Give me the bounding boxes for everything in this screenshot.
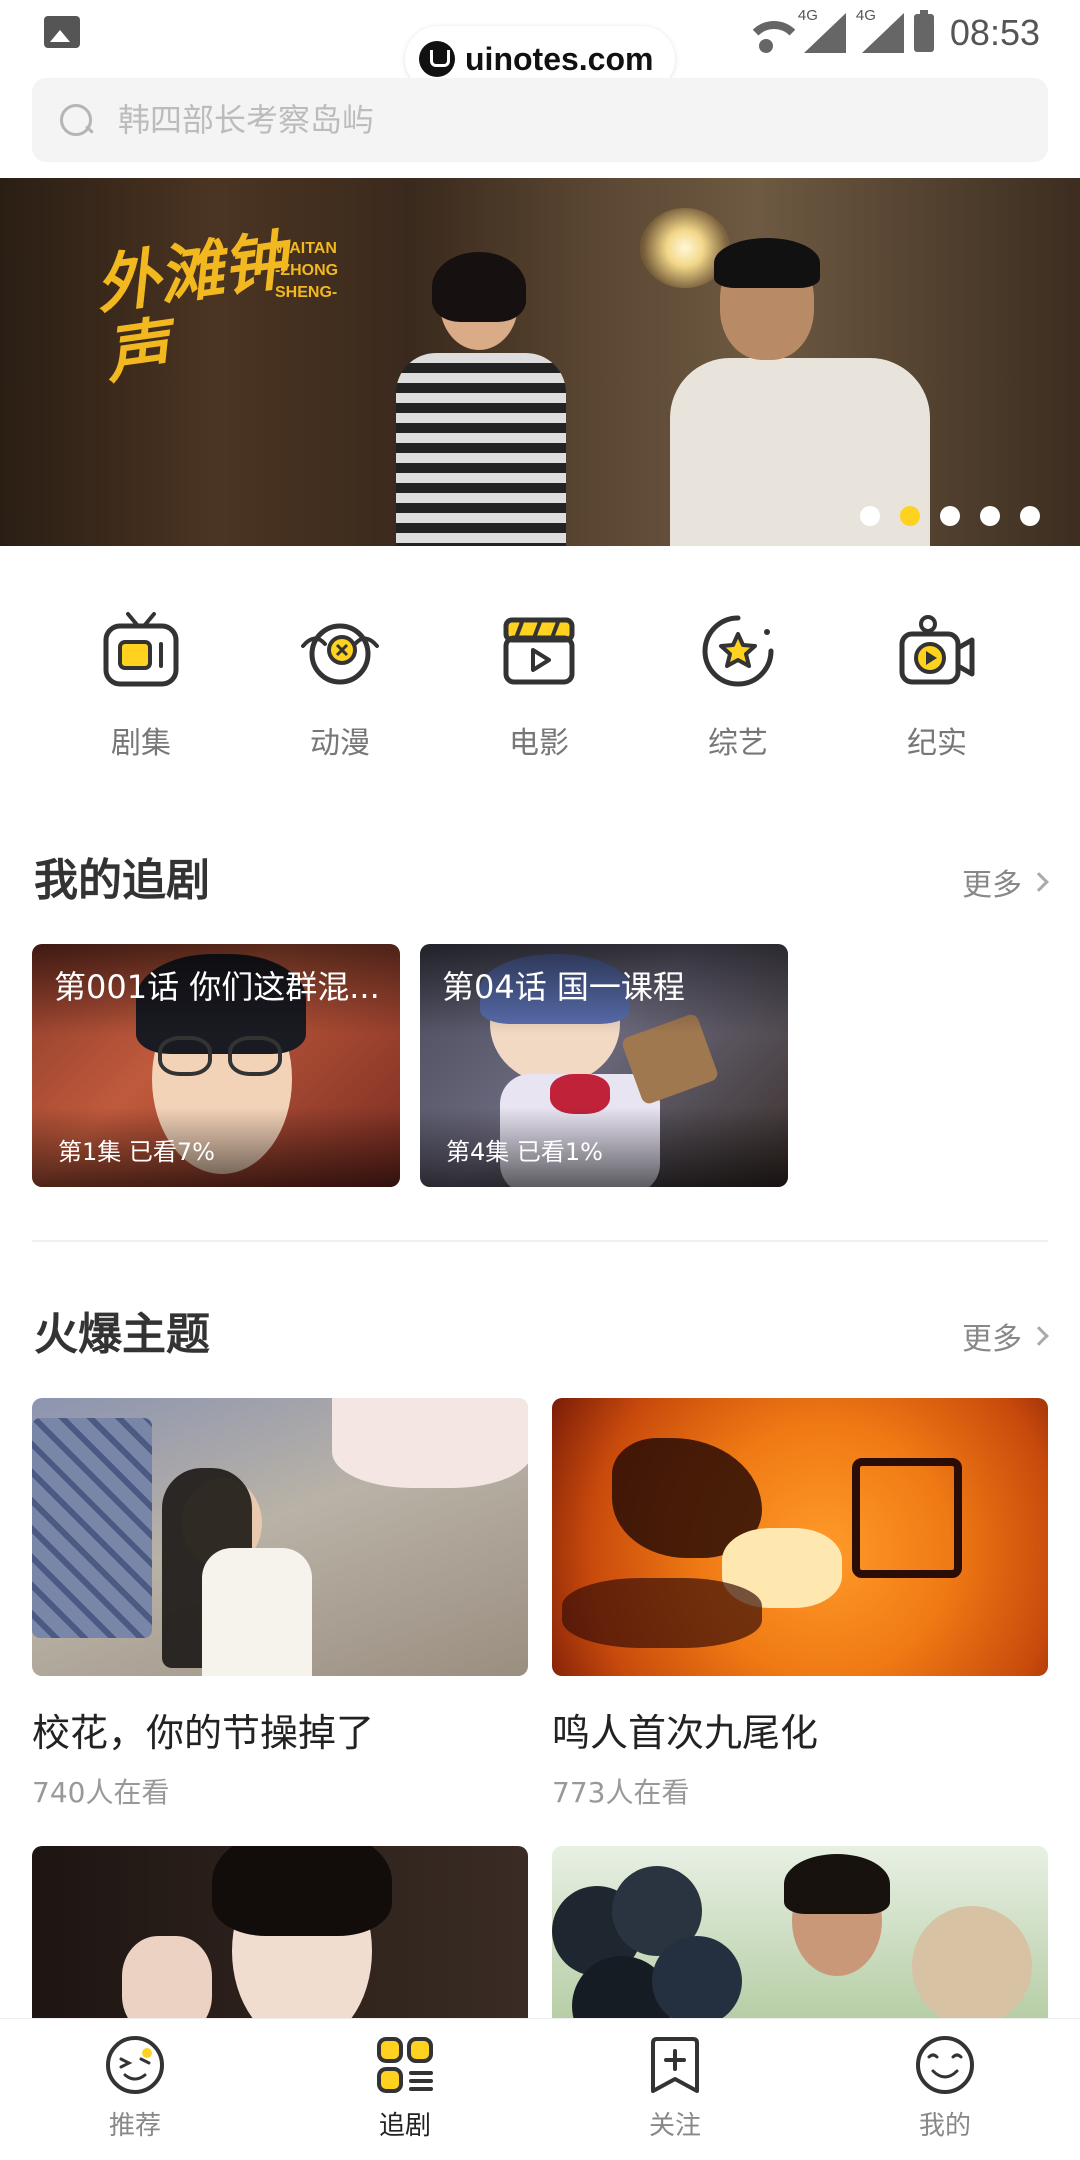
category-label: 剧集: [111, 726, 171, 761]
smiley-icon: [916, 2036, 974, 2094]
section-title-following: 我的追剧: [34, 855, 210, 906]
hot-topics-more-link[interactable]: 更多: [962, 1314, 1049, 1358]
carousel-dot[interactable]: [1020, 506, 1040, 526]
following-card[interactable]: 第001话 你们这群混... 第1集 已看7%: [32, 944, 400, 1187]
tab-following[interactable]: 追剧: [335, 2033, 475, 2142]
grid-list-icon: [377, 2037, 433, 2093]
topic-viewers: 773人在看: [552, 1776, 690, 1809]
topic-name: 鸣人首次九尾化: [552, 1711, 819, 1755]
watermark-logo-icon: [419, 41, 455, 77]
carousel-dot[interactable]: [860, 506, 880, 526]
tab-label: 追剧: [378, 2111, 431, 2141]
battery-icon: [913, 10, 934, 52]
topic-viewers: 740人在看: [32, 1776, 170, 1809]
signal-icon: 4G: [798, 7, 848, 55]
tab-label: 推荐: [108, 2111, 161, 2141]
banner-actor: [670, 238, 930, 546]
category-variety[interactable]: 综艺: [668, 606, 808, 762]
carousel-dot-active[interactable]: [900, 506, 920, 526]
card-title: 第001话 你们这群混...: [54, 968, 380, 1006]
bookmark-plus-icon: [651, 2037, 699, 2093]
more-label: 更多: [962, 868, 1022, 903]
category-label: 综艺: [708, 726, 768, 761]
status-icons: 4G 4G 08:53: [742, 7, 1040, 58]
following-card[interactable]: 第04话 国一课程 第4集 已看1%: [420, 944, 788, 1187]
following-more-link[interactable]: 更多: [962, 860, 1049, 904]
bottom-tab-bar: 推荐 追剧 关注 我的: [0, 2018, 1080, 2160]
tab-subscribe[interactable]: 关注: [605, 2033, 745, 2142]
section-title-hot-topics: 火爆主题: [34, 1309, 210, 1360]
documentary-camera-icon: [899, 615, 975, 685]
star-badge-icon: [702, 615, 774, 687]
search-bar[interactable]: [32, 78, 1048, 162]
category-nav: 剧集 动漫 电影 综艺 纪实: [0, 606, 1080, 766]
tab-label: 关注: [648, 2111, 701, 2141]
more-label: 更多: [962, 1322, 1022, 1357]
banner-actress: [360, 252, 600, 546]
card-progress: 第4集 已看1%: [446, 1138, 603, 1166]
image-notification-icon: [44, 16, 80, 48]
tab-profile[interactable]: 我的: [875, 2033, 1015, 2142]
category-documentary[interactable]: 纪实: [867, 606, 1007, 762]
banner-title: 外滩钟声 WAITAN -ZHONG SHENG-: [91, 223, 338, 398]
tab-label: 我的: [918, 2111, 971, 2141]
category-movie[interactable]: 电影: [469, 606, 609, 762]
search-icon: [58, 102, 94, 138]
carousel-dot[interactable]: [980, 506, 1000, 526]
clock: 08:53: [949, 12, 1040, 53]
status-bar: uinotes.com 4G 4G 08:53: [0, 0, 1080, 92]
tv-icon: [103, 612, 179, 687]
banner-title-en: WAITAN -ZHONG SHENG-: [275, 240, 339, 301]
carousel-dot[interactable]: [940, 506, 960, 526]
category-label: 动漫: [310, 726, 370, 761]
recommend-face-icon: [106, 2036, 164, 2094]
topic-card[interactable]: 鸣人首次九尾化 773人在看: [552, 1398, 1048, 1811]
clapperboard-icon: [503, 617, 575, 685]
search-input[interactable]: [118, 101, 998, 139]
section-divider: [32, 1240, 1048, 1242]
topic-thumbnail: [32, 1398, 528, 1676]
category-anime[interactable]: 动漫: [270, 606, 410, 762]
hero-banner[interactable]: 外滩钟声 WAITAN -ZHONG SHENG-: [0, 178, 1080, 546]
watermark-text: uinotes.com: [465, 40, 654, 77]
card-progress: 第1集 已看7%: [58, 1138, 215, 1166]
category-label: 纪实: [907, 726, 967, 761]
topic-name: 校花，你的节操掉了: [32, 1711, 375, 1755]
chevron-right-icon: [1029, 872, 1049, 892]
tab-recommend[interactable]: 推荐: [65, 2033, 205, 2142]
category-drama[interactable]: 剧集: [71, 606, 211, 762]
signal-icon: 4G: [856, 7, 906, 55]
anime-icon: [301, 623, 379, 685]
wifi-icon: [742, 13, 804, 53]
carousel-indicator: [860, 506, 1040, 526]
category-label: 电影: [509, 726, 569, 761]
topic-card[interactable]: 校花，你的节操掉了 740人在看: [32, 1398, 528, 1811]
topic-thumbnail: [552, 1398, 1048, 1676]
card-title: 第04话 国一课程: [442, 968, 685, 1006]
chevron-right-icon: [1029, 1326, 1049, 1346]
